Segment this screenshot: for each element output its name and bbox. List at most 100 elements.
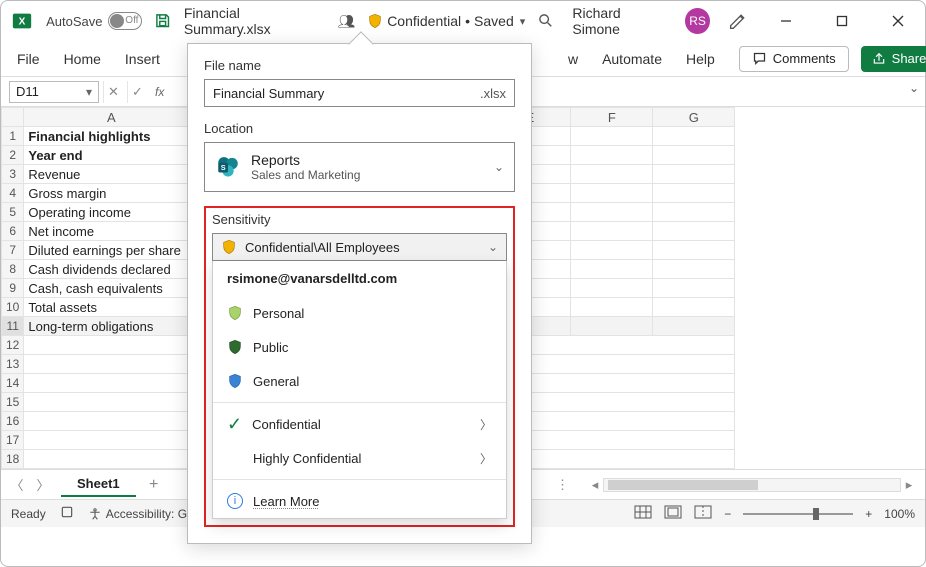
- save-icon[interactable]: [154, 12, 171, 30]
- minimize-button[interactable]: [767, 6, 805, 36]
- row-header[interactable]: 18: [2, 450, 24, 469]
- user-name[interactable]: Richard Simone: [572, 5, 667, 37]
- location-picker[interactable]: S Reports Sales and Marketing ⌄: [204, 142, 515, 192]
- sensitivity-dropdown[interactable]: Confidential\All Employees ⌄: [212, 233, 507, 261]
- col-header[interactable]: G: [653, 108, 735, 127]
- sensitivity-option-personal[interactable]: Personal: [213, 296, 506, 330]
- cell[interactable]: [571, 146, 653, 165]
- cell[interactable]: [571, 298, 653, 317]
- tab-automate[interactable]: Automate: [602, 51, 662, 67]
- share-button[interactable]: Share ▾: [861, 46, 926, 72]
- row-header[interactable]: 10: [2, 298, 24, 317]
- cell[interactable]: Revenue: [24, 165, 199, 184]
- close-button[interactable]: [879, 6, 917, 36]
- sensitivity-option-confidential[interactable]: ✓ Confidential 〉: [213, 407, 506, 441]
- sensitivity-option-general[interactable]: General: [213, 364, 506, 398]
- row-header[interactable]: 15: [2, 393, 24, 412]
- row-header[interactable]: 3: [2, 165, 24, 184]
- row-header[interactable]: 17: [2, 431, 24, 450]
- sheet-nav-next[interactable]: 〉: [35, 475, 51, 494]
- tab-home[interactable]: Home: [64, 51, 101, 67]
- row-header[interactable]: 9: [2, 279, 24, 298]
- title-sensitivity[interactable]: Confidential • Saved ▾: [367, 13, 525, 29]
- zoom-slider[interactable]: [743, 513, 853, 515]
- row-header[interactable]: 14: [2, 374, 24, 393]
- row-header[interactable]: 13: [2, 355, 24, 374]
- cell[interactable]: Net income: [24, 222, 199, 241]
- cell[interactable]: [571, 260, 653, 279]
- cell[interactable]: [653, 184, 735, 203]
- row-header[interactable]: 12: [2, 336, 24, 355]
- cell[interactable]: [653, 222, 735, 241]
- row-header[interactable]: 8: [2, 260, 24, 279]
- zoom-out-button[interactable]: −: [724, 507, 731, 521]
- cell[interactable]: Cash, cash equivalents: [24, 279, 199, 298]
- tab-help[interactable]: Help: [686, 51, 715, 67]
- accept-formula-icon[interactable]: ✓: [127, 81, 147, 103]
- cell[interactable]: Diluted earnings per share: [24, 241, 199, 260]
- tab-file[interactable]: File: [17, 51, 40, 67]
- learn-more-link[interactable]: i Learn More: [213, 484, 506, 518]
- sheet-tab[interactable]: Sheet1: [61, 472, 136, 497]
- row-header[interactable]: 11: [2, 317, 24, 336]
- comments-button[interactable]: Comments: [739, 46, 849, 72]
- cell[interactable]: [653, 260, 735, 279]
- cell[interactable]: Year end: [24, 146, 199, 165]
- select-all[interactable]: [2, 108, 24, 127]
- row-header[interactable]: 16: [2, 412, 24, 431]
- cell[interactable]: [571, 241, 653, 260]
- tab-split-handle[interactable]: ⋮: [550, 477, 577, 493]
- row-header[interactable]: 6: [2, 222, 24, 241]
- row-header[interactable]: 2: [2, 146, 24, 165]
- presence-icon[interactable]: 👥︎: [337, 13, 355, 30]
- add-sheet-button[interactable]: +: [146, 476, 162, 494]
- cell[interactable]: [571, 279, 653, 298]
- tab-partial-w[interactable]: w: [568, 51, 578, 67]
- horizontal-scrollbar[interactable]: [603, 478, 901, 492]
- fx-icon[interactable]: fx: [151, 85, 168, 99]
- cell[interactable]: [571, 203, 653, 222]
- cell[interactable]: [653, 165, 735, 184]
- row-header[interactable]: 4: [2, 184, 24, 203]
- cell[interactable]: Gross margin: [24, 184, 199, 203]
- ribbon-collapse-icon[interactable]: ⌄: [909, 81, 919, 95]
- search-icon[interactable]: [537, 12, 554, 30]
- view-normal-icon[interactable]: [634, 505, 652, 522]
- cell[interactable]: [571, 165, 653, 184]
- cell[interactable]: Operating income: [24, 203, 199, 222]
- scroll-left-icon[interactable]: ◂: [587, 477, 603, 493]
- cell[interactable]: Long-term obligations: [24, 317, 199, 336]
- cell[interactable]: [571, 222, 653, 241]
- cell[interactable]: [653, 203, 735, 222]
- cell[interactable]: [653, 241, 735, 260]
- zoom-level[interactable]: 100%: [884, 507, 915, 521]
- document-title[interactable]: Financial Summary.xlsx: [184, 5, 326, 37]
- name-box[interactable]: D11 ▾: [9, 81, 99, 103]
- tab-insert[interactable]: Insert: [125, 51, 160, 67]
- row-header[interactable]: 1: [2, 127, 24, 146]
- sensitivity-option-highly-confidential[interactable]: Highly Confidential 〉: [213, 441, 506, 475]
- sheet-nav-prev[interactable]: 〈: [9, 475, 25, 494]
- sensitivity-option-public[interactable]: Public: [213, 330, 506, 364]
- cell[interactable]: [653, 317, 735, 336]
- cell[interactable]: Total assets: [24, 298, 199, 317]
- cell[interactable]: Cash dividends declared: [24, 260, 199, 279]
- row-header[interactable]: 5: [2, 203, 24, 222]
- zoom-in-button[interactable]: +: [865, 507, 872, 521]
- filename-input[interactable]: Financial Summary .xlsx: [204, 79, 515, 107]
- view-layout-icon[interactable]: [664, 505, 682, 522]
- cell[interactable]: Financial highlights: [24, 127, 199, 146]
- cell[interactable]: [653, 279, 735, 298]
- view-pagebreak-icon[interactable]: [694, 505, 712, 522]
- scroll-right-icon[interactable]: ▸: [901, 477, 917, 493]
- col-header[interactable]: F: [571, 108, 653, 127]
- cell[interactable]: [653, 146, 735, 165]
- cell[interactable]: [571, 184, 653, 203]
- cancel-formula-icon[interactable]: ✕: [103, 81, 123, 103]
- cell[interactable]: [653, 298, 735, 317]
- avatar[interactable]: RS: [685, 8, 710, 34]
- row-header[interactable]: 7: [2, 241, 24, 260]
- cell[interactable]: [653, 127, 735, 146]
- cell[interactable]: [571, 127, 653, 146]
- col-header[interactable]: A: [24, 108, 199, 127]
